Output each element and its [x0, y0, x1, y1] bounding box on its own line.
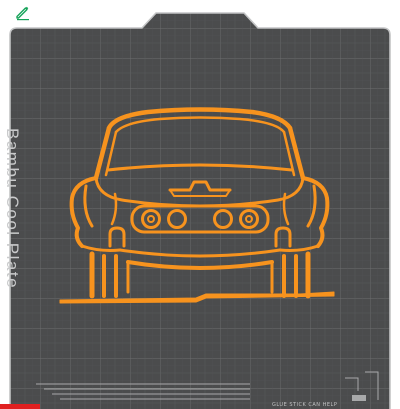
- plate-type-label: Bambu Cool Plate: [3, 128, 22, 290]
- build-plate: [0, 12, 391, 409]
- plate-footer-text: GLUE STICK CAN HELP: [272, 402, 338, 408]
- build-plate-viewport[interactable]: Bambu Cool Plate GLUE STICK CAN HELP: [0, 0, 400, 409]
